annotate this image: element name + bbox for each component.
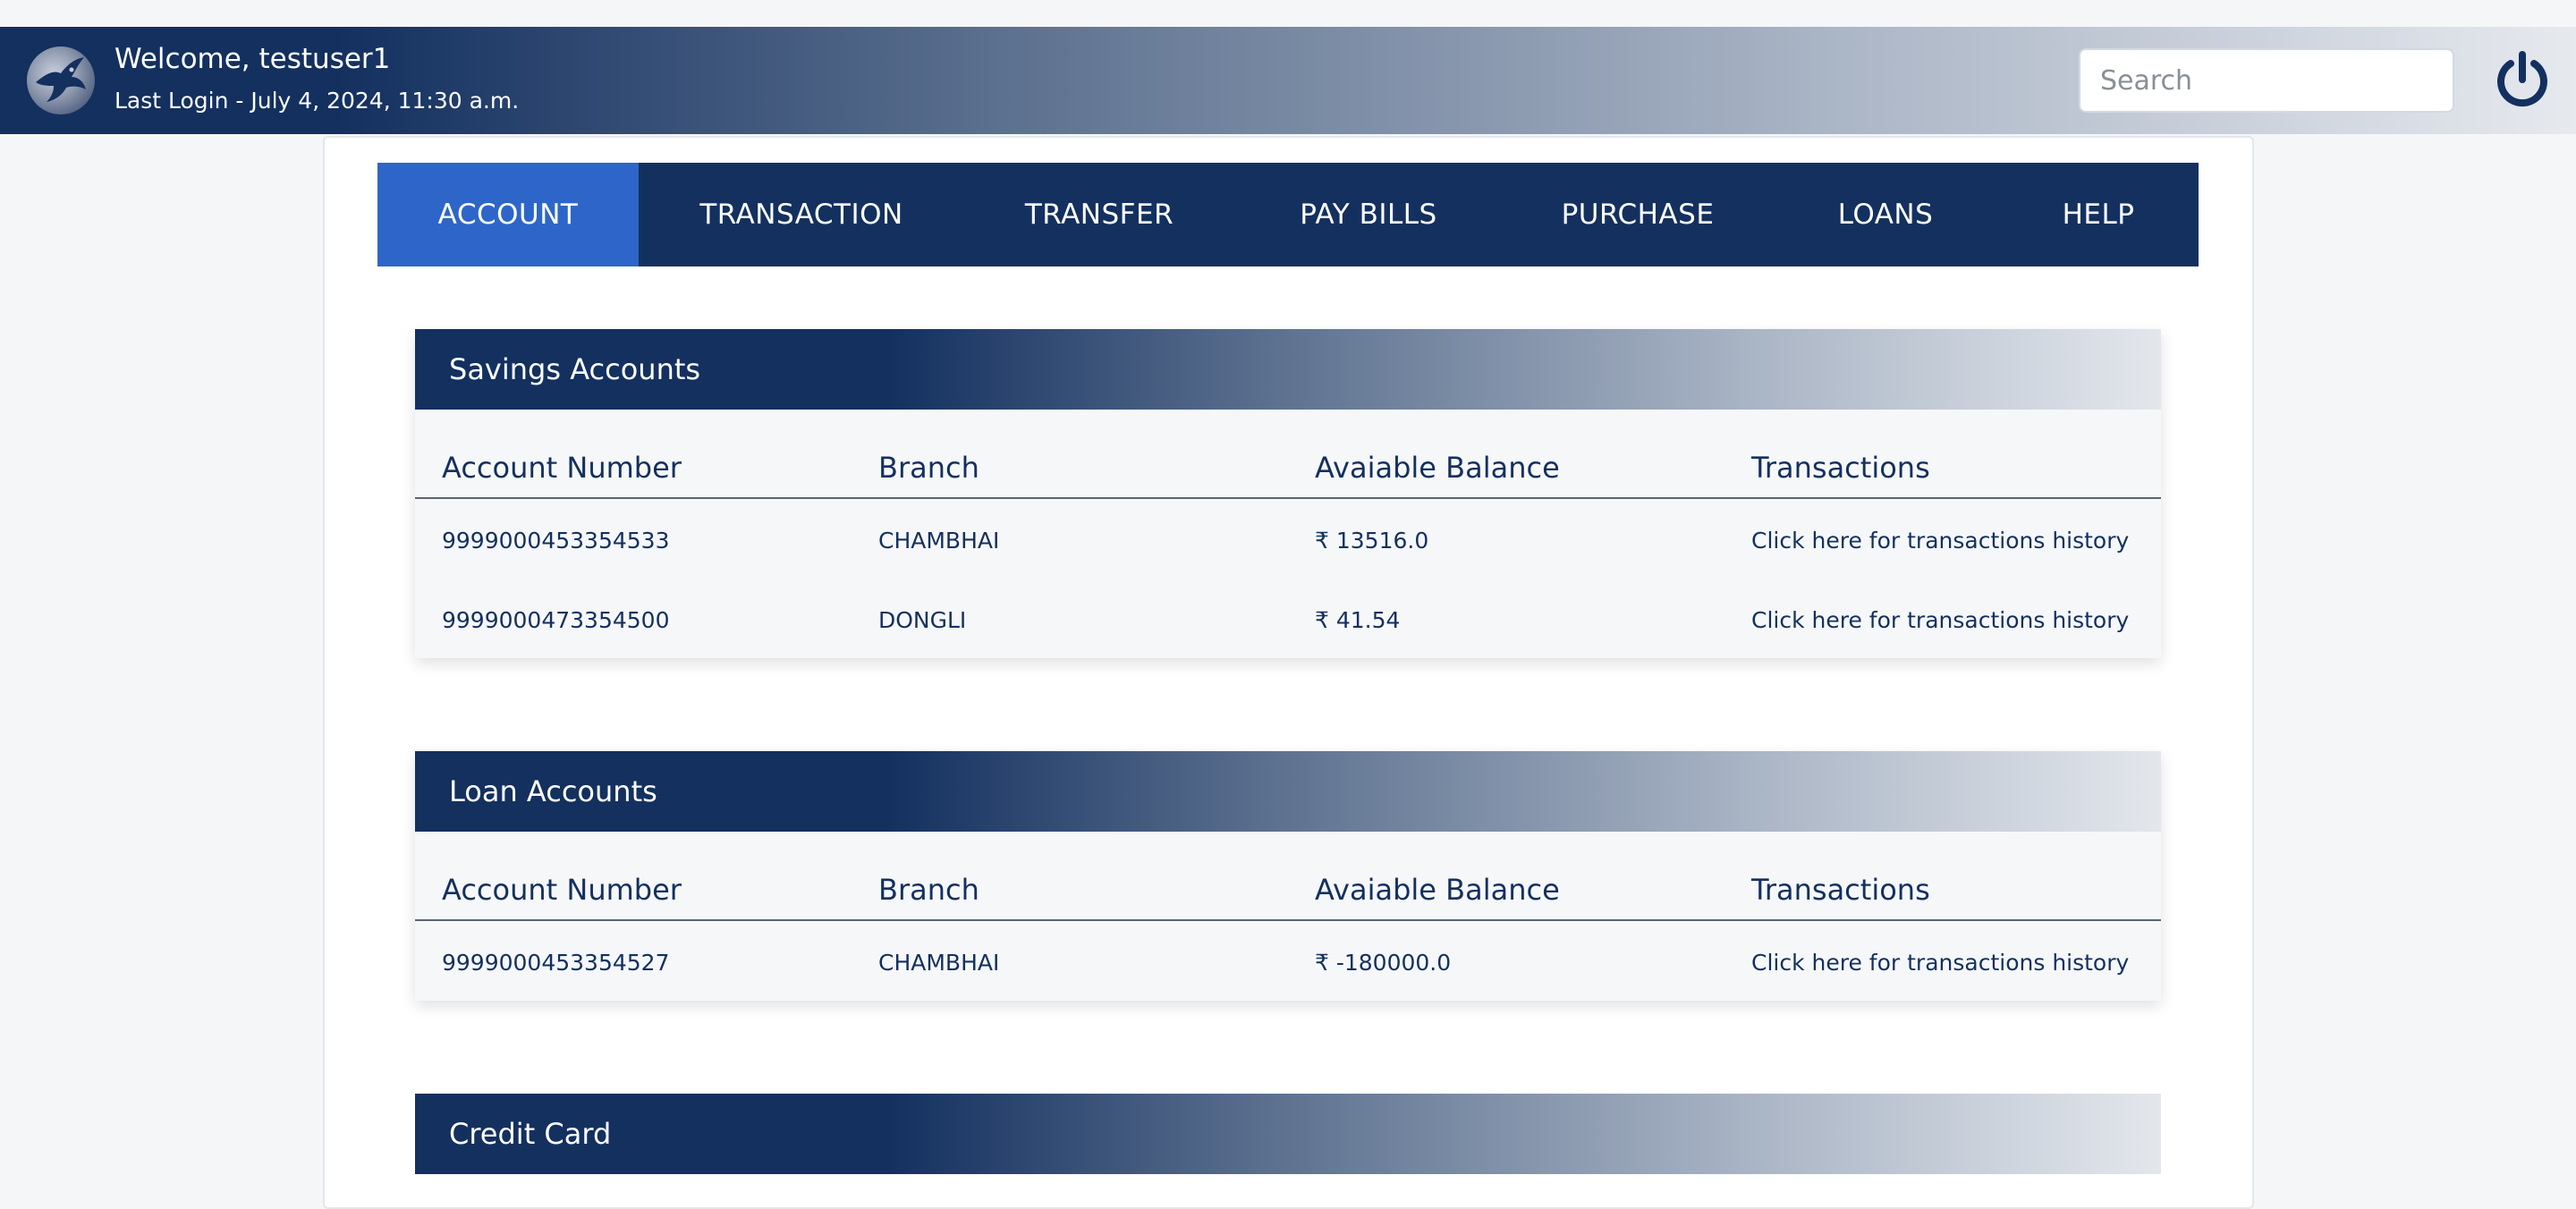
tab-account[interactable]: ACCOUNT [377, 163, 639, 266]
column-branch: Branch [878, 451, 979, 485]
column-available-balance: Avaiable Balance [1315, 451, 1560, 485]
column-account-number: Account Number [442, 451, 682, 485]
transactions-history-link[interactable]: Click here for transactions history [1751, 950, 2129, 976]
credit-card-card: Credit Card [415, 1094, 2161, 1174]
main-nav: ACCOUNT TRANSACTION TRANSFER PAY BILLS P… [377, 163, 2199, 266]
tab-loans[interactable]: LOANS [1773, 163, 1998, 266]
table-row: 9999000453354527 CHAMBHAI ₹ -180000.0 Cl… [415, 921, 2161, 1001]
savings-accounts-title: Savings Accounts [415, 329, 2161, 410]
power-icon[interactable] [2493, 47, 2552, 112]
balance: ₹ 41.54 [1315, 607, 1401, 633]
table-header: Account Number Branch Avaiable Balance T… [415, 832, 2161, 921]
credit-card-title: Credit Card [415, 1094, 2161, 1174]
tab-transaction[interactable]: TRANSACTION [639, 163, 964, 266]
tab-transfer[interactable]: TRANSFER [964, 163, 1234, 266]
column-account-number: Account Number [442, 873, 682, 907]
table-header: Account Number Branch Avaiable Balance T… [415, 410, 2161, 499]
balance: ₹ 13516.0 [1315, 528, 1429, 554]
tab-pay-bills[interactable]: PAY BILLS [1234, 163, 1503, 266]
account-number: 9999000473354500 [442, 607, 670, 633]
savings-accounts-card: Savings Accounts Account Number Branch A… [415, 329, 2161, 658]
account-number: 9999000453354533 [442, 528, 670, 554]
transactions-history-link[interactable]: Click here for transactions history [1751, 528, 2129, 554]
column-transactions: Transactions [1751, 451, 1930, 485]
loan-accounts-title: Loan Accounts [415, 751, 2161, 832]
table-row: 9999000473354500 DONGLI ₹ 41.54 Click he… [415, 579, 2161, 658]
top-bar: Welcome, testuser1 Last Login - July 4, … [0, 27, 2576, 134]
column-transactions: Transactions [1751, 873, 1930, 907]
account-number: 9999000453354527 [442, 950, 670, 976]
last-login-text: Last Login - July 4, 2024, 11:30 a.m. [114, 88, 520, 114]
branch: CHAMBHAI [878, 528, 1000, 554]
balance: ₹ -180000.0 [1315, 950, 1452, 976]
table-row: 9999000453354533 CHAMBHAI ₹ 13516.0 Clic… [415, 499, 2161, 579]
transactions-history-link[interactable]: Click here for transactions history [1751, 607, 2129, 633]
eagle-logo-icon[interactable] [27, 46, 95, 114]
main-panel [323, 136, 2254, 1209]
tab-help[interactable]: HELP [1998, 163, 2199, 266]
column-available-balance: Avaiable Balance [1315, 873, 1560, 907]
welcome-text: Welcome, testuser1 [114, 43, 391, 75]
branch: CHAMBHAI [878, 950, 1000, 976]
branch: DONGLI [878, 607, 967, 633]
tab-purchase[interactable]: PURCHASE [1503, 163, 1773, 266]
search-input[interactable] [2079, 48, 2454, 113]
column-branch: Branch [878, 873, 979, 907]
loan-accounts-card: Loan Accounts Account Number Branch Avai… [415, 751, 2161, 1001]
